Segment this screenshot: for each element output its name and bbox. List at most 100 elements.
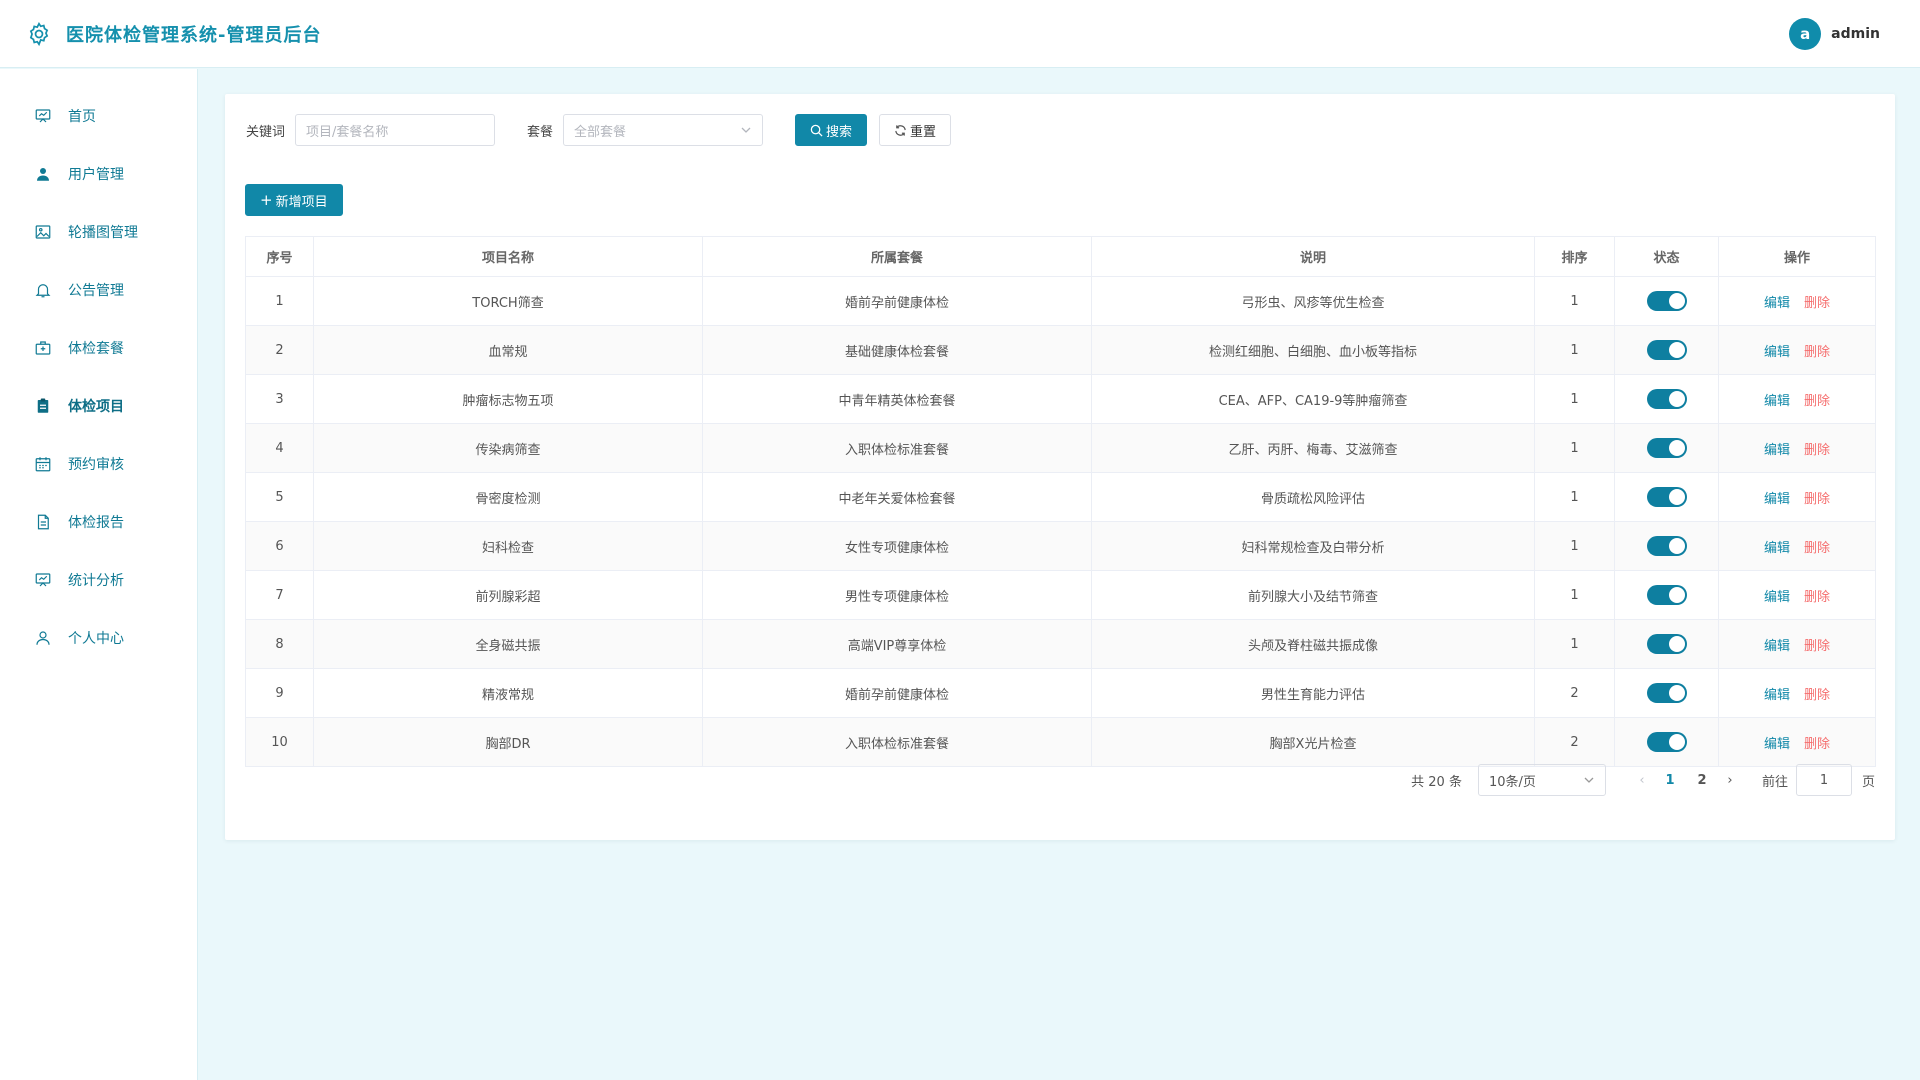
sidebar-item-appointments[interactable]: 预约审核: [0, 435, 197, 493]
cell-actions: 编辑 删除: [1718, 570, 1876, 620]
cell-status: [1614, 423, 1719, 473]
status-toggle[interactable]: [1646, 536, 1687, 556]
search-button-label: 搜索: [826, 124, 853, 140]
cell-status: [1614, 619, 1719, 669]
next-page-icon[interactable]: ›: [1718, 773, 1742, 788]
edit-button[interactable]: 编辑: [1764, 541, 1790, 556]
reset-button[interactable]: 重置: [879, 114, 952, 146]
status-toggle[interactable]: [1646, 291, 1687, 311]
sidebar-item-reports[interactable]: 体检报告: [0, 493, 197, 551]
cell-status: [1614, 276, 1719, 326]
table-row: 3 肿瘤标志物五项 中青年精英体检套餐 CEA、AFP、CA19-9等肿瘤筛查 1 编辑删…: [245, 374, 1876, 424]
table-header-row: 序号 项目名称 所属套餐 说明 排序 状态 操作: [245, 236, 1876, 277]
delete-button[interactable]: 删除: [1804, 590, 1830, 605]
sidebar-item-items[interactable]: 体检项目: [0, 377, 197, 435]
prev-page-icon[interactable]: ‹: [1630, 773, 1654, 788]
delete-button[interactable]: 删除: [1804, 394, 1830, 409]
package-label: 套餐: [527, 124, 554, 140]
edit-button[interactable]: 编辑: [1764, 639, 1790, 654]
cell-desc: 妇科常规检查及白带分析: [1091, 521, 1535, 571]
delete-button[interactable]: 删除: [1804, 443, 1830, 458]
cell-desc: 胸部X光片检查: [1091, 717, 1535, 767]
chart-icon: [35, 573, 51, 587]
cell-actions: 编辑 删除: [1718, 472, 1876, 522]
sidebar-item-home[interactable]: 首页: [0, 87, 197, 145]
delete-button[interactable]: 删除: [1804, 296, 1830, 311]
cell-sort: 1: [1534, 570, 1615, 620]
page-size-select[interactable]: 10条/页: [1477, 764, 1606, 796]
edit-button[interactable]: 编辑: [1764, 394, 1790, 409]
cell-no: 10: [245, 717, 314, 767]
cell-status: [1614, 374, 1719, 424]
username[interactable]: admin: [1831, 26, 1880, 42]
table-row: 9 精液常规 婚前孕前健康体检 男性生育能力评估 2 编辑 删除: [245, 668, 1876, 718]
table-row: 8 全身磁共振 高端VIP尊享体检 头颅及脊柱磁共振成像 1 编辑 删除: [245, 619, 1876, 669]
package-placeholder: 全部套餐: [574, 124, 627, 140]
page-1[interactable]: 1: [1654, 773, 1686, 788]
edit-button[interactable]: 编辑: [1764, 492, 1790, 507]
package-select[interactable]: 全部套餐: [563, 114, 764, 146]
avatar[interactable]: a: [1789, 17, 1822, 50]
cell-actions: 编辑 删除: [1718, 374, 1876, 424]
status-toggle[interactable]: [1646, 438, 1687, 458]
edit-button[interactable]: 编辑: [1764, 296, 1790, 311]
sidebar-item-statistics[interactable]: 统计分析: [0, 551, 197, 609]
sidebar-item-carousel[interactable]: 轮播图管理: [0, 203, 197, 261]
cell-status: [1614, 472, 1719, 522]
sidebar-item-packages[interactable]: 体检套餐: [0, 319, 197, 377]
goto-page-input[interactable]: 1: [1795, 764, 1852, 796]
sidebar-item-profile[interactable]: 个人中心: [0, 609, 197, 667]
status-toggle[interactable]: [1646, 585, 1687, 605]
top-header: 医院体检管理系统-管理员后台 a admin: [0, 0, 1920, 68]
user-menu[interactable]: a admin: [1789, 17, 1880, 50]
delete-button[interactable]: 删除: [1804, 492, 1830, 507]
status-toggle[interactable]: [1646, 340, 1687, 360]
page-unit-label: 页: [1861, 774, 1875, 790]
total-count: 共 20 条: [1411, 774, 1462, 790]
delete-button[interactable]: 删除: [1804, 541, 1830, 556]
delete-button[interactable]: 删除: [1804, 737, 1830, 752]
status-toggle[interactable]: [1646, 389, 1687, 409]
table-row: 7 前列腺彩超 男性专项健康体检 前列腺大小及结节筛查 1 编辑 删除: [245, 570, 1876, 620]
app-title: 医院体检管理系统-管理员后台: [66, 24, 322, 46]
status-toggle[interactable]: [1646, 732, 1687, 752]
edit-button[interactable]: 编辑: [1764, 688, 1790, 703]
edit-button[interactable]: 编辑: [1764, 345, 1790, 360]
sidebar-item-label: 体检报告: [68, 515, 124, 531]
col-header-desc: 说明: [1091, 236, 1535, 277]
edit-button[interactable]: 编辑: [1764, 443, 1790, 458]
sidebar-item-users[interactable]: 用户管理: [0, 145, 197, 203]
sidebar-item-label: 统计分析: [68, 573, 124, 589]
search-button[interactable]: 搜索: [795, 114, 868, 146]
delete-button[interactable]: 删除: [1804, 688, 1830, 703]
sidebar-item-label: 预约审核: [68, 457, 124, 473]
delete-button[interactable]: 删除: [1804, 345, 1830, 360]
sidebar-item-notice[interactable]: 公告管理: [0, 261, 197, 319]
cell-desc: 乙肝、丙肝、梅毒、艾滋筛查: [1091, 423, 1535, 473]
edit-button[interactable]: 编辑: [1764, 737, 1790, 752]
delete-button[interactable]: 删除: [1804, 639, 1830, 654]
page-2[interactable]: 2: [1686, 773, 1718, 788]
cell-name: 全身磁共振: [313, 619, 703, 669]
col-header-no: 序号: [245, 236, 314, 277]
cell-actions: 编辑 删除: [1718, 521, 1876, 571]
cell-desc: 男性生育能力评估: [1091, 668, 1535, 718]
cell-no: 4: [245, 423, 314, 473]
cell-no: 1: [245, 276, 314, 326]
cell-sort: 1: [1534, 472, 1615, 522]
items-table: 序号 项目名称 所属套餐 说明 排序 状态 操作 1 TORCH筛查 婚前孕前健康体…: [245, 236, 1876, 767]
cell-package: 婚前孕前健康体检: [702, 276, 1092, 326]
status-toggle[interactable]: [1646, 683, 1687, 703]
table-row: 4 传染病筛查 入职体检标准套餐 乙肝、丙肝、梅毒、艾滋筛查 1 编辑 删除: [245, 423, 1876, 473]
col-header-actions: 操作: [1718, 236, 1876, 277]
sidebar-item-label: 体检项目: [68, 399, 124, 415]
add-item-button[interactable]: + 新增项目: [245, 184, 343, 216]
status-toggle[interactable]: [1646, 634, 1687, 654]
dashboard-icon: [35, 109, 51, 123]
medical-box-icon: [35, 341, 51, 355]
status-toggle[interactable]: [1646, 487, 1687, 507]
cell-desc: CEA、AFP、CA19-9等肿瘤筛查: [1091, 374, 1535, 424]
keyword-input[interactable]: 项目/套餐名称: [295, 114, 496, 146]
cell-status: [1614, 668, 1719, 718]
edit-button[interactable]: 编辑: [1764, 590, 1790, 605]
